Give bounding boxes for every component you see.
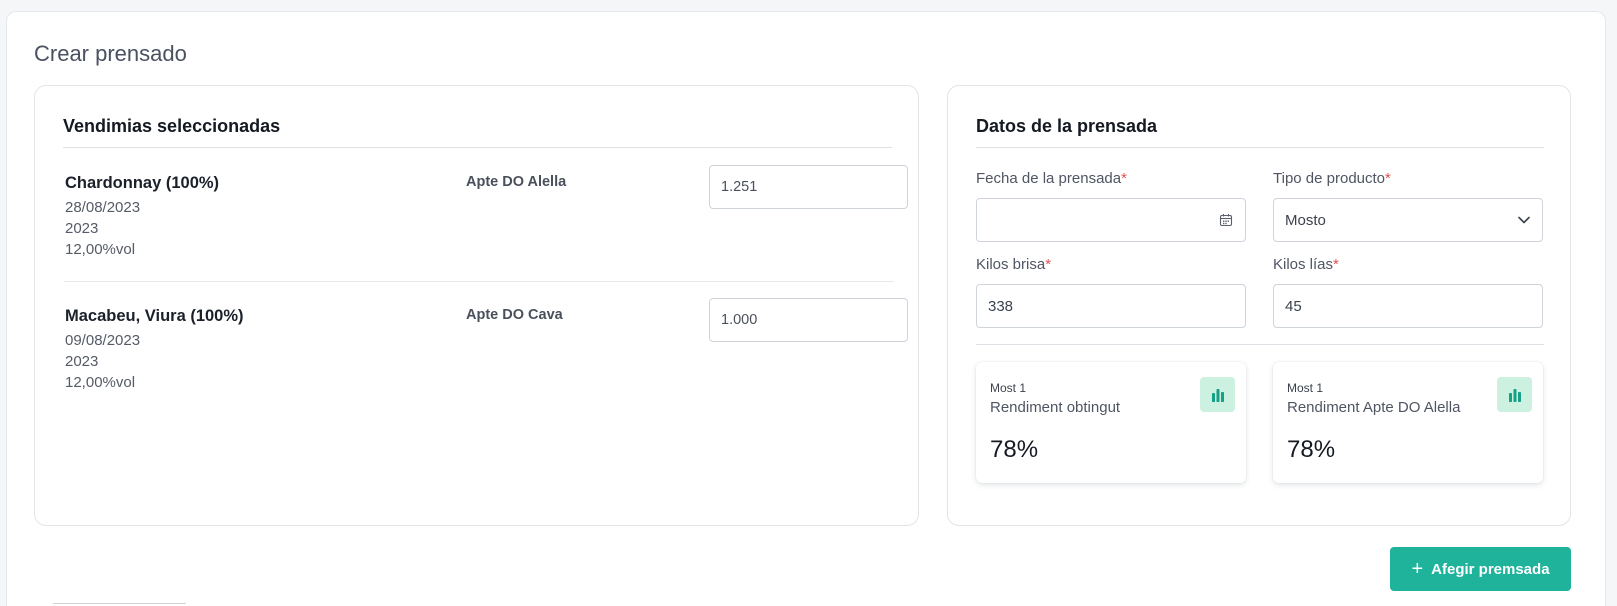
plus-icon: +: [1411, 558, 1424, 580]
harvest-year: 2023: [65, 353, 99, 370]
calendar-icon[interactable]: [1219, 213, 1233, 227]
heading-divider: [63, 147, 892, 148]
required-mark: *: [1045, 256, 1052, 273]
heading-divider: [976, 147, 1544, 148]
kpi-card: Most 1 Rendiment Apte DO Alella 78%: [1273, 362, 1543, 483]
bar-chart-icon: [1200, 377, 1235, 412]
page-title: Crear prensado: [34, 41, 187, 66]
pressing-heading: Datos de la prensada: [976, 116, 1158, 136]
harvest-name: Macabeu, Viura (100%): [65, 307, 244, 325]
add-pressing-button[interactable]: + Afegir premsada: [1390, 547, 1571, 591]
harvest-date: 28/08/2023: [65, 199, 141, 216]
chevron-down-icon: [1518, 216, 1530, 224]
fecha-label-text: Fecha de la prensada: [976, 170, 1122, 187]
tipo-value: Mosto: [1285, 211, 1326, 229]
lias-label: Kilos lías*: [1273, 256, 1339, 273]
brisa-input[interactable]: 338: [976, 284, 1246, 328]
required-mark: *: [1385, 170, 1391, 187]
pressing-panel: Datos de la prensada Fecha de la prensad…: [947, 85, 1571, 526]
harvest-kilos-input[interactable]: [709, 298, 908, 342]
harvest-date: 09/08/2023: [65, 332, 141, 349]
bar-chart-icon: [1497, 377, 1532, 412]
harvest-vol: 12,00%vol: [65, 241, 136, 258]
required-mark: *: [1121, 170, 1127, 187]
harvest-do: Apte DO Cava: [466, 307, 563, 323]
kpi-value: 78%: [1287, 436, 1336, 463]
lias-value: 45: [1285, 297, 1302, 315]
kpi-tag: Most 1: [990, 381, 1027, 395]
row-divider: [64, 281, 894, 282]
harvest-year: 2023: [65, 220, 99, 237]
kpi-card: Most 1 Rendiment obtingut 78%: [976, 362, 1246, 483]
harvest-vol: 12,00%vol: [65, 374, 136, 391]
kpi-label: Rendiment obtingut: [990, 399, 1121, 416]
kpi-tag: Most 1: [1287, 381, 1324, 395]
brisa-value: 338: [988, 297, 1014, 315]
harvests-panel: Vendimias seleccionadas Chardonnay (100%…: [34, 85, 919, 526]
section-divider: [976, 344, 1544, 345]
brisa-label: Kilos brisa*: [976, 256, 1051, 273]
harvest-do: Apte DO Alella: [466, 174, 567, 190]
harvests-heading: Vendimias seleccionadas: [63, 116, 281, 136]
tipo-select[interactable]: Mosto: [1273, 198, 1543, 242]
tipo-label: Tipo de producto*: [1273, 170, 1391, 187]
fecha-label: Fecha de la prensada*: [976, 170, 1127, 187]
kpi-label: Rendiment Apte DO Alella: [1287, 399, 1461, 416]
brisa-label-text: Kilos brisa: [976, 256, 1046, 273]
required-mark: *: [1333, 256, 1339, 273]
harvest-kilos-input[interactable]: [709, 165, 908, 209]
lias-label-text: Kilos lías: [1273, 256, 1334, 273]
add-pressing-label: Afegir premsada: [1431, 560, 1550, 578]
fecha-input[interactable]: [976, 198, 1246, 242]
kpi-value: 78%: [990, 436, 1039, 463]
lias-input[interactable]: 45: [1273, 284, 1543, 328]
tipo-label-text: Tipo de producto: [1273, 170, 1386, 187]
harvest-name: Chardonnay (100%): [65, 174, 220, 192]
